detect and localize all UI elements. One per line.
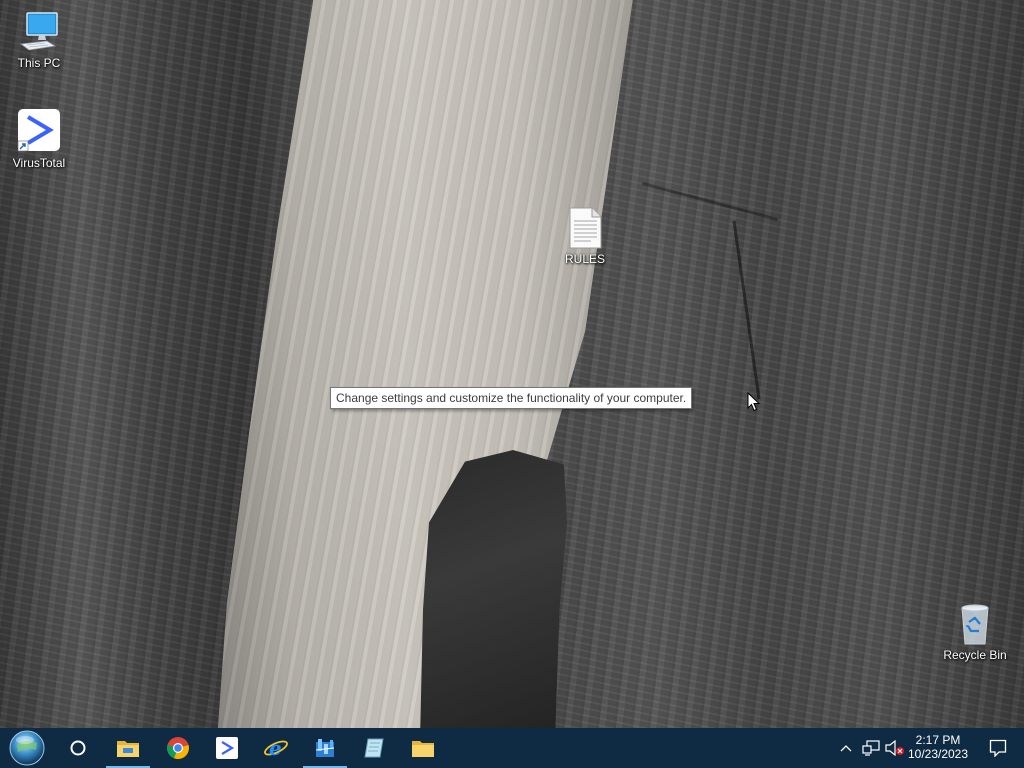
clock-time: 2:17 PM xyxy=(915,733,961,747)
cortana-search-button[interactable] xyxy=(54,728,102,768)
desktop-icon-virustotal[interactable]: VirusTotal xyxy=(2,108,76,170)
chevron-up-icon xyxy=(840,745,852,752)
virustotal-icon xyxy=(216,737,238,759)
cortana-search-icon xyxy=(70,740,86,756)
desktop-icon-rules[interactable]: RULES xyxy=(548,206,622,266)
control-panel-icon xyxy=(315,739,335,757)
recycle-bin-icon xyxy=(961,604,989,645)
taskbar-folder[interactable] xyxy=(399,728,447,768)
desktop-icon-this-pc[interactable]: This PC xyxy=(2,10,76,70)
desktop[interactable]: This PC VirusTotal RULES Recycle Bin Cha… xyxy=(0,0,1024,728)
svg-text:e: e xyxy=(269,736,282,760)
taskbar-virustotal[interactable] xyxy=(203,728,251,768)
start-orb-icon xyxy=(9,730,45,766)
start-button[interactable] xyxy=(2,728,52,768)
notepad-book-icon xyxy=(364,738,384,758)
tray-show-hidden-icons[interactable] xyxy=(834,728,858,768)
desktop-icon-label: RULES xyxy=(564,252,605,266)
folder-icon xyxy=(412,741,434,757)
tray-network[interactable] xyxy=(859,728,883,768)
taskbar: e 2:17 PM 10/23/2023 xyxy=(0,728,1024,768)
wallpaper-crack xyxy=(641,181,779,222)
wallpaper-crack xyxy=(732,220,761,400)
action-center-icon xyxy=(989,739,1007,757)
taskbar-control-panel[interactable] xyxy=(301,728,349,768)
desktop-icon-label: This PC xyxy=(17,56,61,70)
taskbar-file-explorer[interactable] xyxy=(104,728,152,768)
network-icon xyxy=(862,740,880,756)
clock-date: 10/23/2023 xyxy=(907,747,969,761)
desktop-icon-label: VirusTotal xyxy=(12,156,66,170)
desktop-icon-label: Recycle Bin xyxy=(943,648,1007,662)
action-center-button[interactable] xyxy=(976,728,1020,768)
taskbar-internet-explorer[interactable]: e xyxy=(252,728,300,768)
text-document-icon xyxy=(569,207,602,249)
internet-explorer-icon: e xyxy=(264,736,288,760)
chrome-icon xyxy=(167,737,189,760)
tooltip: Change settings and customize the functi… xyxy=(330,387,693,409)
taskbar-notepad[interactable] xyxy=(350,728,398,768)
desktop-icon-recycle-bin[interactable]: Recycle Bin xyxy=(938,602,1012,662)
taskbar-chrome[interactable] xyxy=(154,728,202,768)
virustotal-icon xyxy=(17,109,60,152)
taskbar-clock[interactable]: 2:17 PM 10/23/2023 xyxy=(902,728,974,768)
mouse-cursor-icon xyxy=(747,392,761,412)
this-pc-icon xyxy=(19,12,58,51)
file-explorer-icon xyxy=(117,741,139,757)
